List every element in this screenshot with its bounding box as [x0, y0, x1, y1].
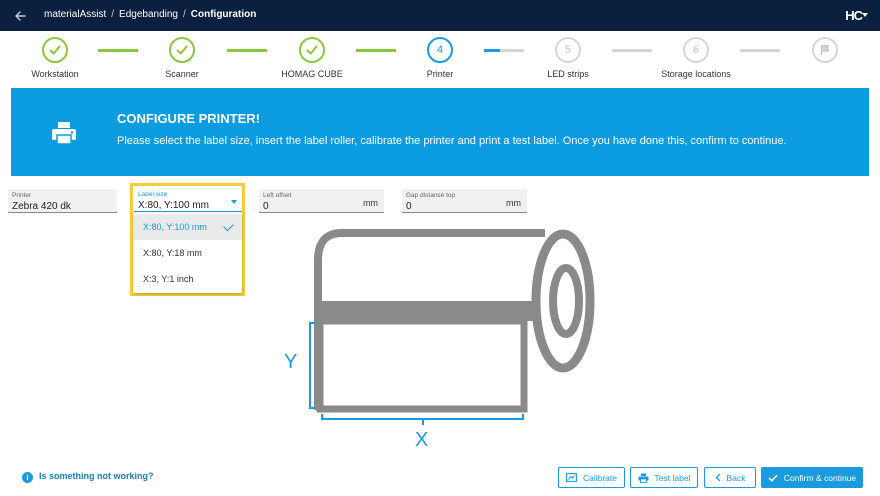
dropdown-option-label: X:3, Y:1 inch — [143, 274, 194, 284]
step-workstation-check-icon[interactable] — [42, 37, 68, 63]
breadcrumb-current: Configuration — [190, 9, 257, 20]
x-dimension-label: X — [415, 429, 428, 450]
dropdown-option[interactable]: X:80, Y:100 mm — [134, 214, 242, 240]
check-icon — [768, 474, 778, 482]
step-connector — [740, 49, 780, 52]
step-connector-progress — [484, 49, 524, 52]
printer-icon — [638, 473, 649, 483]
label-size-field-label: Label size — [138, 191, 168, 198]
step-label: Storage locations — [661, 69, 731, 79]
gap-distance-unit: mm — [506, 198, 521, 208]
banner-title: CONFIGURE PRINTER! — [117, 111, 260, 126]
printer-select[interactable]: Printer Zebra 420 dk — [8, 189, 117, 213]
breadcrumb-item[interactable]: materialAssist — [44, 9, 106, 20]
dropdown-caret-icon[interactable] — [231, 200, 237, 204]
step-finish-flag-icon[interactable] — [812, 37, 838, 63]
label-roll-core — [549, 264, 583, 338]
x-dimension-bracket — [321, 414, 524, 425]
confirm-button-label: Confirm & continue — [783, 472, 857, 483]
back-button-label: Back — [726, 472, 746, 483]
label-size-field-value: X:80, Y:100 mm — [138, 200, 209, 211]
dropdown-option-label: X:80, Y:18 mm — [143, 248, 202, 258]
account-menu-caret-icon[interactable] — [862, 13, 868, 17]
chevron-left-icon — [715, 473, 721, 482]
gap-distance-top-input[interactable]: Gap distance top 0 mm — [402, 189, 527, 213]
step-label: Printer — [426, 69, 454, 79]
left-offset-field-value: 0 — [263, 201, 269, 212]
step-label: LED strips — [547, 69, 589, 79]
info-icon: i — [22, 472, 33, 483]
info-banner: CONFIGURE PRINTER! Please select the lab… — [11, 88, 869, 176]
confirm-continue-button[interactable]: Confirm & continue — [761, 467, 863, 488]
calibrate-icon — [566, 473, 577, 482]
progress-stepper: Workstation Scanner HOMAG CUBE 4 Printer… — [0, 31, 880, 85]
step-printer-number[interactable]: 4 — [427, 37, 453, 63]
printer-field-value: Zebra 420 dk — [12, 201, 71, 212]
help-link-text: Is something not working? — [39, 471, 154, 481]
step-connector-fill — [484, 49, 500, 52]
step-led-strips-number[interactable]: 5 — [555, 37, 581, 63]
help-link[interactable]: i Is something not working? — [22, 471, 154, 483]
top-bar: materialAssist / Edgebanding / Configuration… — [0, 0, 880, 31]
breadcrumb-item[interactable]: Edgebanding — [119, 9, 178, 20]
step-connector — [227, 49, 267, 52]
left-offset-field-label: Left offset — [263, 192, 292, 199]
test-label-button-label: Test label — [654, 472, 691, 483]
brand-logo[interactable]: HC — [845, 8, 863, 23]
back-arrow-icon[interactable] — [12, 8, 28, 24]
breadcrumb-separator: / — [111, 9, 115, 20]
left-offset-unit: mm — [363, 198, 378, 208]
step-connector — [612, 49, 652, 52]
y-dimension-label: Y — [284, 351, 297, 373]
left-offset-input[interactable]: Left offset 0 mm — [259, 189, 384, 213]
step-label: HOMAG CUBE — [281, 69, 343, 79]
step-connector — [98, 49, 138, 52]
breadcrumb-separator: / — [182, 9, 186, 20]
calibrate-button[interactable]: Calibrate — [558, 467, 625, 488]
gap-distance-field-value: 0 — [406, 201, 412, 212]
check-icon — [223, 220, 234, 232]
step-connector — [356, 49, 396, 52]
step-label: Workstation — [31, 69, 79, 79]
step-scanner-check-icon[interactable] — [169, 37, 195, 63]
step-homag-cube-check-icon[interactable] — [299, 37, 325, 63]
calibrate-button-label: Calibrate — [582, 472, 618, 483]
step-storage-locations-number[interactable]: 6 — [683, 37, 709, 63]
label-size-select[interactable]: Label size X:80, Y:100 mm — [134, 188, 242, 212]
test-label-button[interactable]: Test label — [630, 467, 698, 488]
back-button[interactable]: Back — [704, 467, 756, 488]
dropdown-option-label: X:80, Y:100 mm — [143, 222, 207, 232]
label-sheet — [316, 317, 528, 413]
dropdown-option[interactable]: X:3, Y:1 inch — [134, 266, 242, 292]
printer-icon — [52, 122, 76, 145]
gap-distance-field-label: Gap distance top — [406, 192, 456, 199]
printer-field-label: Printer — [12, 192, 32, 199]
step-label: Scanner — [165, 69, 199, 79]
label-roll-illustration: Y X — [284, 229, 595, 450]
label-size-dropdown-menu: X:80, Y:100 mm X:80, Y:18 mm X:3, Y:1 in… — [134, 213, 242, 293]
banner-text: Please select the label size, insert the… — [117, 135, 787, 147]
dropdown-option[interactable]: X:80, Y:18 mm — [134, 240, 242, 266]
breadcrumb: materialAssist / Edgebanding / Configuration — [44, 9, 256, 20]
